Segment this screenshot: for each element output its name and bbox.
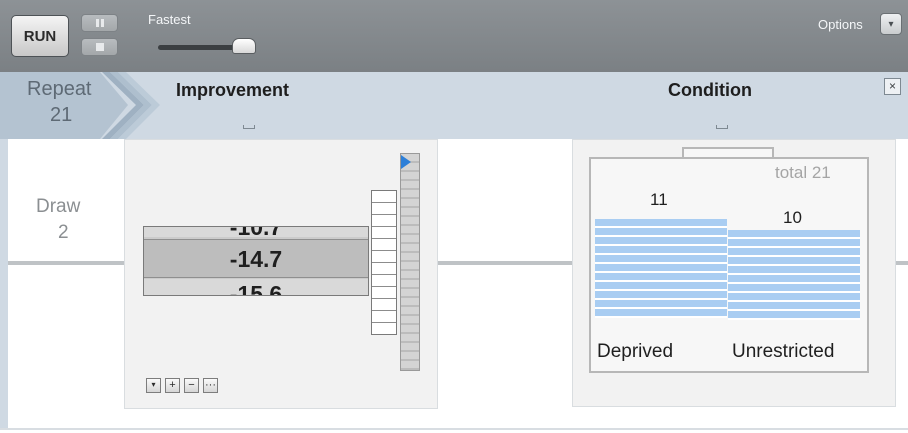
run-button[interactable]: RUN: [11, 15, 69, 57]
condition-column-handle[interactable]: [716, 125, 728, 129]
index-cell: [372, 239, 396, 251]
index-cell: [372, 251, 396, 263]
case-bar[interactable]: [728, 293, 860, 300]
index-cell: [372, 191, 396, 203]
case-bar[interactable]: [728, 257, 860, 264]
repeat-value: 21: [50, 104, 73, 126]
case-bar[interactable]: [595, 273, 727, 280]
value-index-column[interactable]: [371, 190, 397, 335]
deprived-bar-stack[interactable]: [595, 219, 727, 318]
collapse-button[interactable]: ▾: [146, 378, 161, 393]
case-bar[interactable]: [728, 275, 860, 282]
add-value-button[interactable]: +: [165, 378, 180, 393]
speed-slider-thumb[interactable]: [232, 38, 256, 54]
flow-line: [438, 261, 574, 265]
case-bar[interactable]: [595, 291, 727, 298]
case-bar[interactable]: [728, 248, 860, 255]
scroll-position-marker-icon[interactable]: [401, 155, 411, 169]
bottom-divider: [0, 428, 908, 430]
pause-button[interactable]: [81, 14, 118, 32]
deprived-count: 11: [650, 190, 668, 209]
unrestricted-bar-stack[interactable]: [728, 230, 860, 320]
value-scrollbar[interactable]: [400, 153, 420, 371]
left-border: [0, 139, 8, 429]
index-cell: [372, 299, 396, 311]
improvement-column-handle[interactable]: [243, 125, 255, 129]
index-cell: [372, 227, 396, 239]
repeat-label: Repeat: [27, 78, 92, 100]
draw-label: Draw: [36, 196, 81, 217]
case-bar[interactable]: [728, 302, 860, 309]
case-bar[interactable]: [595, 282, 727, 289]
index-cell: [372, 263, 396, 275]
spinner-next-value[interactable]: -15.6: [144, 279, 368, 295]
flow-line: [896, 261, 908, 265]
flow-line: [8, 261, 126, 265]
improvement-value-spinner[interactable]: -10.7 -14.7 -15.6: [143, 226, 369, 296]
stop-button[interactable]: [81, 38, 118, 56]
more-options-button[interactable]: ···: [203, 378, 218, 393]
case-bar[interactable]: [728, 230, 860, 237]
case-bar[interactable]: [728, 239, 860, 246]
stop-icon: [95, 43, 104, 51]
spinner-selected-value[interactable]: -14.7: [144, 239, 368, 278]
case-bar[interactable]: [595, 219, 727, 226]
total-count-label: total 21: [775, 163, 831, 182]
spinner-previous-value[interactable]: -10.7: [144, 227, 368, 239]
case-bar[interactable]: [595, 264, 727, 271]
case-bar[interactable]: [595, 237, 727, 244]
close-button[interactable]: ×: [884, 78, 901, 95]
deprived-label: Deprived: [597, 341, 674, 362]
remove-value-button[interactable]: −: [184, 378, 199, 393]
case-bar[interactable]: [728, 266, 860, 273]
improvement-title: Improvement: [176, 80, 290, 100]
options-label[interactable]: Options: [818, 17, 863, 32]
index-cell: [372, 287, 396, 299]
index-cell: [372, 215, 396, 227]
case-bar[interactable]: [595, 309, 727, 316]
case-bar[interactable]: [728, 311, 860, 318]
unrestricted-label: Unrestricted: [732, 341, 835, 362]
pause-icon: [95, 19, 104, 27]
case-bar[interactable]: [728, 284, 860, 291]
speed-label: Fastest: [148, 12, 191, 27]
toolbar: [0, 0, 908, 72]
index-cell: [372, 203, 396, 215]
index-cell: [372, 275, 396, 287]
case-bar[interactable]: [595, 228, 727, 235]
options-dropdown-button[interactable]: ▾: [880, 13, 902, 35]
index-cell: [372, 311, 396, 323]
case-bar[interactable]: [595, 255, 727, 262]
condition-title: Condition: [668, 80, 752, 100]
draw-value: 2: [58, 222, 69, 243]
unrestricted-count: 10: [783, 208, 802, 227]
case-bar[interactable]: [595, 246, 727, 253]
case-bar[interactable]: [595, 300, 727, 307]
chevron-down-icon: ▾: [888, 18, 894, 30]
